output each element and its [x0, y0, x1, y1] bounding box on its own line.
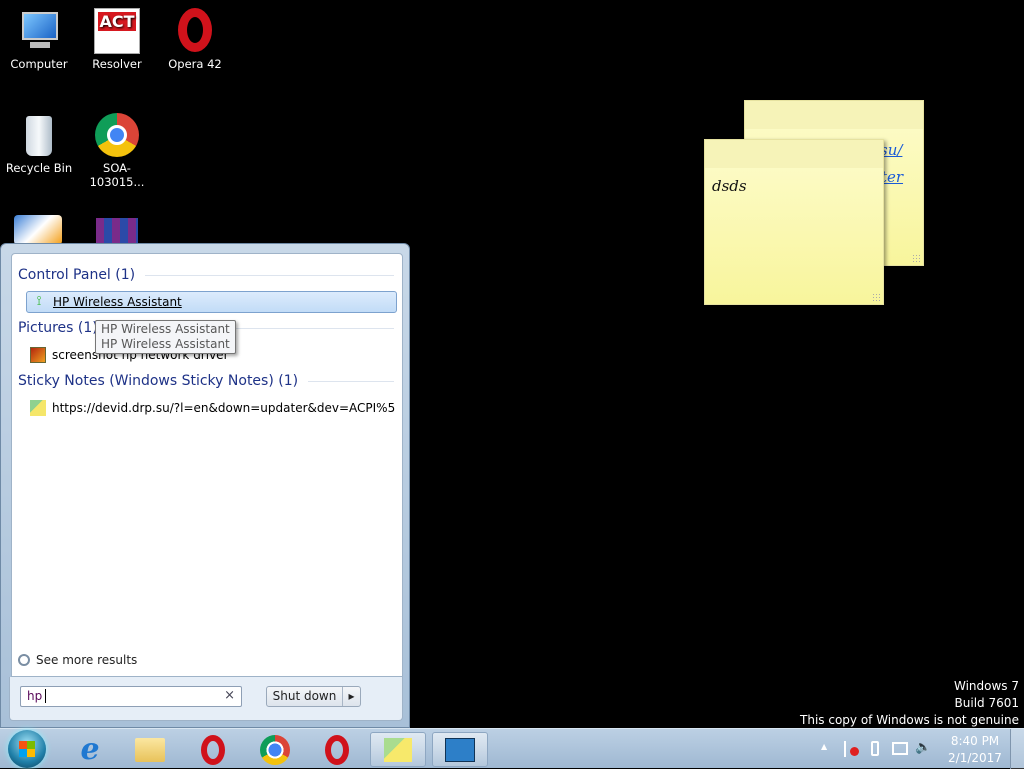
act-resolver-icon: ACT — [94, 8, 140, 54]
chrome-icon — [260, 734, 290, 765]
start-menu: Control Panel (1) ⟟ HP Wireless Assistan… — [0, 243, 410, 728]
battery-icon[interactable] — [871, 741, 879, 756]
sticky-notes-icon — [30, 400, 46, 416]
result-hp-wireless-assistant[interactable]: ⟟ HP Wireless Assistant — [26, 291, 397, 313]
watermark-line: This copy of Windows is not genuine — [800, 713, 1019, 727]
clear-search-icon[interactable]: × — [224, 688, 235, 703]
opera-icon — [201, 734, 225, 765]
watermark-line: Build 7601 — [954, 696, 1019, 710]
volume-icon[interactable]: 🔈 — [915, 740, 931, 755]
group-title: Sticky Notes (Windows Sticky Notes) (1) — [18, 373, 299, 389]
result-sticky-note[interactable]: https://devid.drp.su/?l=en&down=updater&… — [26, 397, 395, 419]
sticky-notes-icon — [384, 737, 412, 762]
desktop-icon-recycle-bin[interactable]: Recycle Bin — [1, 112, 77, 175]
opera-icon — [325, 734, 349, 765]
icon-label: Recycle Bin — [5, 161, 73, 175]
see-more-label: See more results — [36, 653, 138, 667]
group-title: Control Panel (1) — [18, 267, 136, 283]
start-button[interactable] — [8, 730, 46, 768]
shutdown-options-arrow-icon[interactable]: ▸ — [343, 687, 360, 706]
resize-grip-icon[interactable] — [912, 254, 920, 262]
sticky-note-front[interactable]: dsds — [704, 139, 884, 305]
internet-explorer-icon: e — [80, 732, 100, 767]
desktop-icon-soa[interactable]: SOA-103015... — [79, 112, 155, 189]
clock-date: 2/1/2017 — [948, 751, 1002, 765]
clock[interactable]: 8:40 PM 2/1/2017 — [940, 733, 1010, 767]
tooltip-line: HP Wireless Assistant — [101, 322, 230, 336]
recycle-bin-icon — [16, 112, 62, 158]
taskbar-file-explorer[interactable] — [122, 732, 178, 767]
see-more-results-link[interactable]: See more results — [18, 653, 137, 667]
taskbar-internet-explorer[interactable]: e — [62, 732, 118, 767]
windows-logo-icon — [19, 741, 35, 757]
icon-label: SOA-103015... — [89, 161, 145, 189]
resize-grip-icon[interactable] — [872, 293, 880, 301]
group-header-control-panel[interactable]: Control Panel (1) — [18, 267, 394, 283]
taskbar-sticky-notes[interactable] — [370, 732, 426, 767]
shutdown-button[interactable]: Shut down — [267, 687, 343, 706]
search-value: hp — [27, 689, 43, 703]
icon-label: Opera 42 — [168, 57, 222, 71]
network-icon[interactable] — [892, 742, 908, 755]
search-results-panel: Control Panel (1) ⟟ HP Wireless Assistan… — [11, 253, 403, 677]
folder-icon — [135, 737, 165, 762]
desktop-icon-partial[interactable] — [14, 215, 62, 245]
opera-icon — [172, 8, 218, 54]
search-magnifier-icon — [18, 654, 30, 666]
tooltip-line: HP Wireless Assistant — [101, 337, 230, 351]
desktop-icon-resolver[interactable]: ACT Resolver — [79, 8, 155, 71]
desktop-icon-opera[interactable]: Opera 42 — [157, 8, 233, 71]
group-title: Pictures (1) — [18, 320, 98, 336]
control-panel-icon — [445, 737, 475, 762]
result-label: HP Wireless Assistant — [53, 295, 182, 309]
picture-file-icon — [30, 347, 46, 363]
taskbar-opera[interactable] — [185, 732, 241, 767]
icon-label: Resolver — [92, 57, 142, 71]
show-desktop-button[interactable] — [1010, 729, 1024, 769]
show-hidden-icons-button[interactable]: ▲ — [821, 742, 827, 751]
chrome-icon — [94, 112, 140, 158]
result-label: https://devid.drp.su/?l=en&down=updater&… — [52, 401, 396, 415]
desktop-icon-computer[interactable]: Computer — [1, 8, 77, 71]
tooltip: HP Wireless Assistant HP Wireless Assist… — [95, 320, 236, 354]
computer-icon — [16, 8, 62, 54]
clock-time: 8:40 PM — [950, 734, 1000, 748]
taskbar: e ▲ 🔈 8:40 PM 2/1/2017 — [0, 728, 1024, 769]
search-input[interactable]: hp × — [20, 686, 242, 707]
shutdown-button-group: Shut down ▸ — [266, 686, 361, 707]
taskbar-control-panel[interactable] — [432, 732, 488, 767]
wireless-antenna-icon: ⟟ — [36, 294, 42, 309]
note-text[interactable]: dsds — [705, 168, 883, 204]
icon-label: Computer — [10, 57, 68, 71]
watermark-line: Windows 7 — [953, 679, 1019, 693]
taskbar-opera-2[interactable] — [309, 732, 365, 767]
action-center-flag-icon[interactable] — [844, 741, 859, 757]
winrar-icon[interactable] — [96, 218, 138, 245]
group-header-sticky-notes[interactable]: Sticky Notes (Windows Sticky Notes) (1) — [18, 373, 394, 389]
taskbar-chrome[interactable] — [247, 732, 303, 767]
